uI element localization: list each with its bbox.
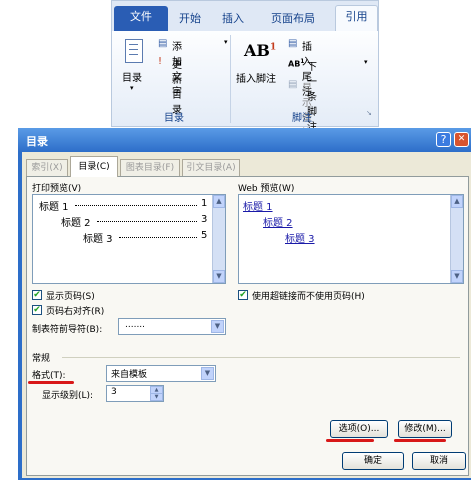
tab-table-of-figures[interactable]: 图表目录(F) bbox=[120, 159, 180, 176]
formats-label: 格式(T): bbox=[32, 371, 66, 381]
ok-button[interactable]: 确定 bbox=[342, 452, 404, 470]
use-hyperlinks-checkbox[interactable]: ✔ bbox=[238, 290, 248, 300]
annotation-underline-modify bbox=[394, 439, 446, 442]
formats-value: 来自模板 bbox=[111, 370, 148, 380]
toc-icon bbox=[125, 39, 143, 63]
tab-table-of-authorities[interactable]: 引文目录(A) bbox=[182, 159, 240, 176]
print-preview-label: 打印预览(V) bbox=[32, 184, 82, 194]
modify-button[interactable]: 修改(M)... bbox=[398, 420, 452, 438]
web-preview-scrollbar[interactable]: ▲ ▼ bbox=[450, 195, 463, 283]
general-label: 常规 bbox=[32, 354, 51, 364]
tab-page-layout[interactable]: 页面布局 bbox=[262, 8, 324, 31]
dialog-title: 目录 bbox=[26, 135, 48, 148]
print-preview-entry-2: 标题 2 3 bbox=[61, 214, 208, 229]
print-preview-scrollbar[interactable]: ▲ ▼ bbox=[212, 195, 225, 283]
levels-value: 3 bbox=[111, 387, 117, 397]
dialog-launcher-icon[interactable]: ↘ bbox=[366, 109, 372, 117]
close-button[interactable]: ✕ bbox=[454, 132, 469, 147]
toc-dialog: 目录 ? ✕ 索引(X) 目录(C) 图表目录(F) 引文目录(A) 打印预览(… bbox=[18, 128, 471, 480]
help-button[interactable]: ? bbox=[436, 132, 451, 147]
chevron-down-icon[interactable]: ▼ bbox=[201, 367, 214, 380]
chevron-down-icon: ▾ bbox=[130, 84, 134, 92]
formats-select[interactable]: 来自模板 ▼ bbox=[106, 365, 216, 382]
toc-button-label: 目录 bbox=[122, 73, 142, 84]
group-divider bbox=[230, 35, 231, 123]
cancel-button[interactable]: 取消 bbox=[412, 452, 466, 470]
print-preview-entry-3: 标题 3 5 bbox=[83, 230, 208, 245]
web-preview-link-1[interactable]: 标题 1 bbox=[243, 198, 273, 213]
tab-file[interactable]: 文件 bbox=[114, 6, 168, 31]
web-preview-link-3[interactable]: 标题 3 bbox=[285, 230, 315, 245]
spin-down-icon[interactable]: ▼ bbox=[150, 393, 163, 401]
tab-leader-value: ....... bbox=[125, 320, 146, 330]
scroll-down-icon[interactable]: ▼ bbox=[451, 270, 463, 283]
insert-footnote-button[interactable]: AB1 插入脚注 bbox=[234, 37, 282, 97]
options-button[interactable]: 选项(O)... bbox=[330, 420, 388, 438]
update-toc-label: 更新目录 bbox=[172, 60, 182, 116]
group-label-footnotes: 脚注 bbox=[292, 113, 312, 124]
scroll-down-icon[interactable]: ▼ bbox=[213, 270, 225, 283]
dialog-body: 索引(X) 目录(C) 图表目录(F) 引文目录(A) 打印预览(V) 标题 1… bbox=[22, 152, 471, 478]
footnote-icon: AB1 bbox=[244, 41, 277, 60]
ribbon: 文件 开始 插入 页面布局 引用 目录 ▾ ▤ 添加文字 ▾ ! 更新目录 目录… bbox=[111, 0, 379, 139]
web-preview-panel: 标题 1 标题 2 标题 3 ▲ ▼ bbox=[238, 194, 464, 284]
update-toc-icon: ! bbox=[158, 56, 163, 67]
chevron-down-icon: ▾ bbox=[364, 58, 368, 66]
show-notes-icon: ▤ bbox=[288, 79, 298, 90]
insert-footnote-label: 插入脚注 bbox=[236, 74, 276, 85]
show-page-numbers-label: 显示页码(S) bbox=[46, 292, 95, 302]
tab-home[interactable]: 开始 bbox=[172, 8, 208, 31]
use-hyperlinks-label: 使用超链接而不使用页码(H) bbox=[252, 292, 365, 302]
tab-insert[interactable]: 插入 bbox=[216, 8, 250, 31]
dialog-title-bar: 目录 ? ✕ bbox=[18, 128, 471, 152]
general-divider bbox=[62, 357, 460, 358]
levels-label: 显示级别(L): bbox=[42, 391, 94, 401]
tab-leader-label: 制表符前导符(B): bbox=[32, 325, 103, 335]
scroll-up-icon[interactable]: ▲ bbox=[213, 195, 225, 208]
toc-button[interactable]: 目录 ▾ bbox=[120, 37, 150, 101]
web-preview-link-2[interactable]: 标题 2 bbox=[263, 214, 293, 229]
tab-toc[interactable]: 目录(C) bbox=[70, 156, 118, 177]
tab-references[interactable]: 引用 bbox=[335, 5, 378, 32]
next-footnote-icon: AB1 bbox=[288, 58, 305, 69]
group-label-toc: 目录 bbox=[164, 113, 184, 124]
endnote-icon: ▤ bbox=[288, 38, 298, 49]
show-page-numbers-checkbox[interactable]: ✔ bbox=[32, 290, 42, 300]
levels-spinner[interactable]: 3 ▲ ▼ bbox=[106, 385, 164, 402]
print-preview-panel: 标题 1 1 标题 2 3 标题 3 5 ▲ ▼ bbox=[32, 194, 226, 284]
ribbon-tab-bar: 文件 开始 插入 页面布局 引用 bbox=[112, 1, 378, 32]
annotation-underline-formats bbox=[28, 381, 74, 384]
web-preview-label: Web 预览(W) bbox=[238, 184, 295, 194]
annotation-underline-options bbox=[326, 439, 374, 442]
tab-index[interactable]: 索引(X) bbox=[26, 159, 68, 176]
right-align-label: 页码右对齐(R) bbox=[46, 307, 105, 317]
add-text-icon: ▤ bbox=[158, 38, 168, 49]
scroll-up-icon[interactable]: ▲ bbox=[451, 195, 463, 208]
chevron-down-icon: ▾ bbox=[224, 38, 228, 46]
chevron-down-icon[interactable]: ▼ bbox=[211, 320, 224, 333]
print-preview-entry-1: 标题 1 1 bbox=[39, 198, 208, 213]
right-align-checkbox[interactable]: ✔ bbox=[32, 305, 42, 315]
tab-leader-select[interactable]: ....... ▼ bbox=[118, 318, 226, 335]
